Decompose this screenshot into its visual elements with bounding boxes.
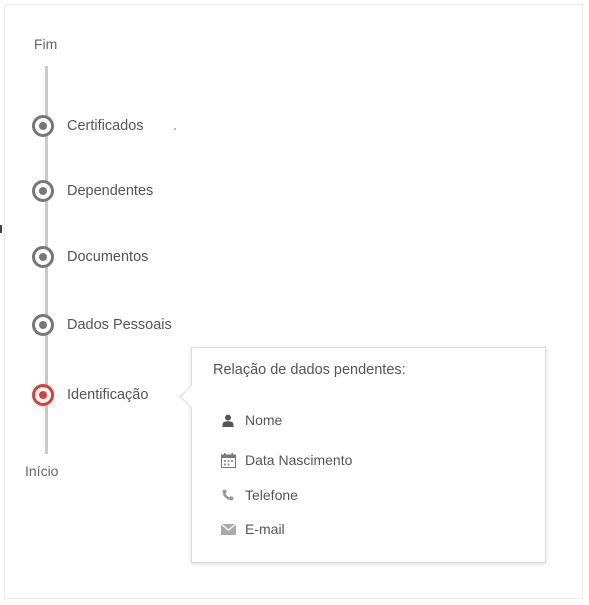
timeline-step-documentos[interactable]: Documentos — [32, 242, 148, 272]
phone-icon — [220, 487, 236, 503]
timeline-end-label: Fim — [34, 36, 58, 52]
step-label: Certificados — [67, 118, 144, 134]
pending-data-popover: Relação de dados pendentes: Nome Data Na… — [179, 347, 546, 563]
pending-item-label: Telefone — [245, 487, 298, 503]
user-icon — [220, 412, 236, 428]
step-label: Documentos — [67, 249, 149, 265]
timeline-start-label: Início — [25, 463, 59, 479]
calendar-icon — [220, 452, 236, 468]
envelope-icon — [220, 521, 236, 537]
pending-item-label: Nome — [245, 412, 283, 428]
pending-item-email: E-mail — [220, 521, 285, 537]
step-label: Dependentes — [67, 183, 154, 199]
step-label: Dados Pessoais — [67, 317, 172, 333]
step-node-icon — [32, 115, 54, 137]
pending-item-data-nascimento: Data Nascimento — [220, 452, 352, 468]
pending-item-label: Data Nascimento — [245, 452, 353, 468]
step-node-icon — [32, 180, 54, 202]
pending-item-telefone: Telefone — [220, 487, 298, 503]
popover-title: Relação de dados pendentes: — [213, 362, 406, 378]
timeline-step-dados-pessoais[interactable]: Dados Pessoais — [32, 310, 172, 340]
step-node-icon — [32, 314, 54, 336]
timeline-step-identificacao[interactable]: Identificação — [32, 380, 148, 410]
stray-mark — [0, 225, 2, 233]
pending-item-nome: Nome — [220, 412, 282, 428]
stray-dot — [174, 128, 176, 130]
step-node-icon — [32, 246, 54, 268]
step-node-active-icon — [32, 384, 54, 406]
step-label: Identificação — [67, 387, 149, 403]
timeline-step-dependentes[interactable]: Dependentes — [32, 176, 153, 206]
pending-item-label: E-mail — [245, 521, 285, 537]
timeline-step-certificados[interactable]: Certificados — [32, 111, 144, 141]
